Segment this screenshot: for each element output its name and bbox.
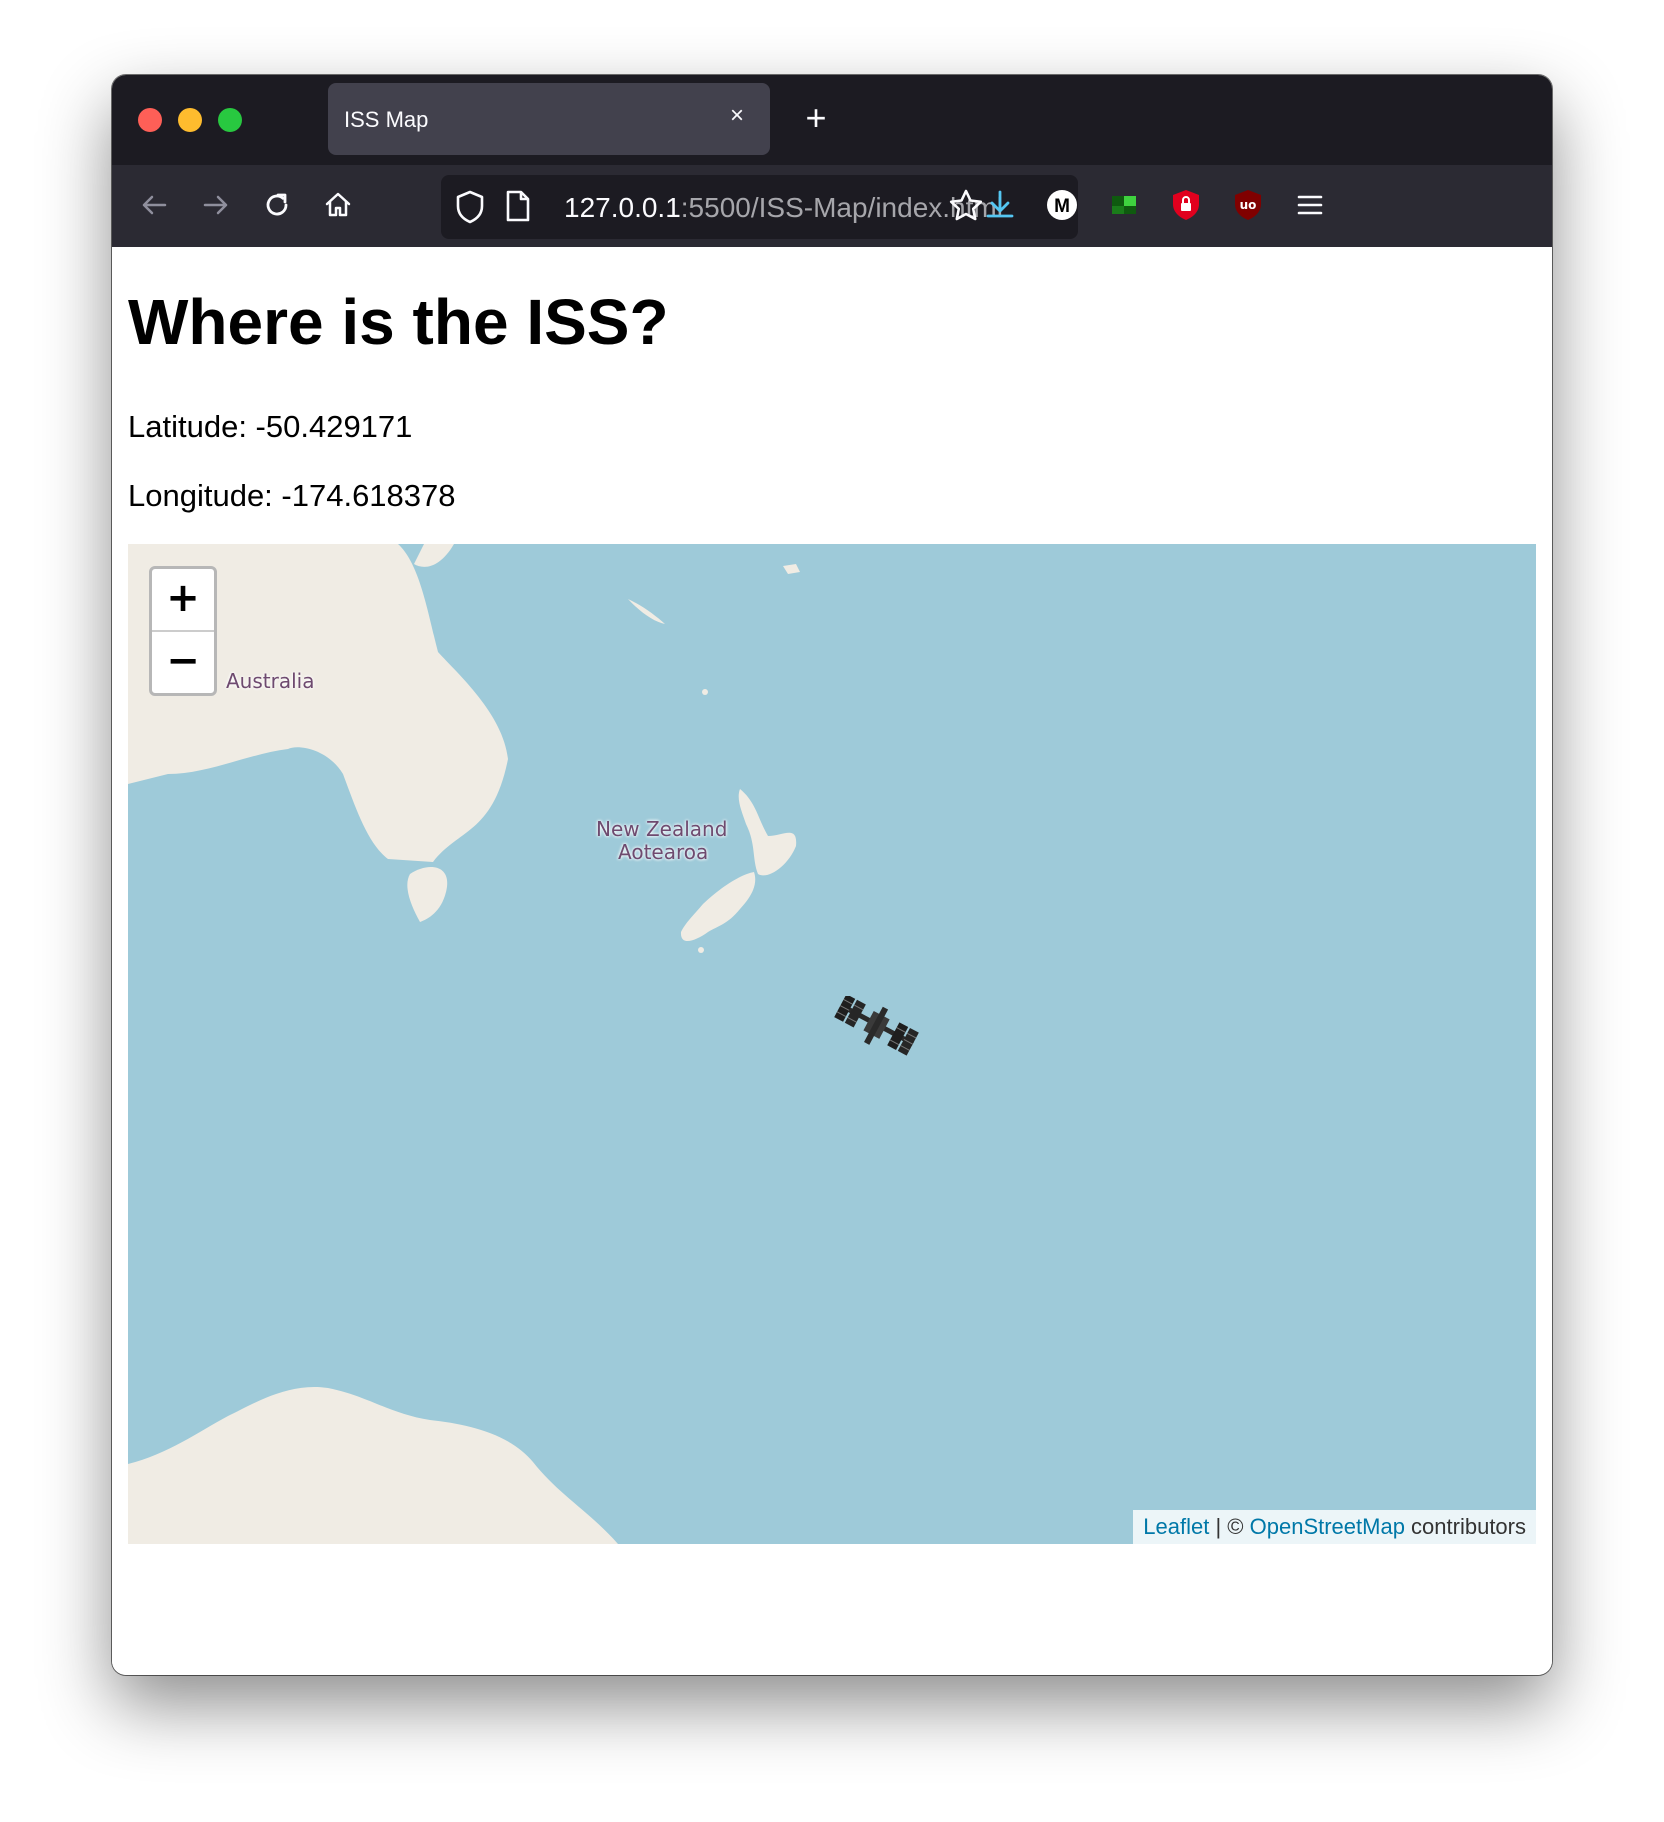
forward-icon[interactable] (192, 181, 240, 229)
reload-icon[interactable] (253, 181, 301, 229)
close-window-button[interactable] (138, 108, 162, 132)
close-tab-icon[interactable]: × (722, 101, 752, 131)
downloads-icon[interactable] (976, 181, 1024, 229)
page-content: Where is the ISS? Latitude: -50.429171 L… (112, 247, 1552, 1675)
ublock-origin-icon[interactable]: uo (1224, 181, 1272, 229)
tab-iss-map[interactable]: ISS Map × (328, 83, 770, 155)
url-host: 127.0.0.1 (564, 192, 681, 223)
zoom-out-button[interactable]: − (152, 632, 214, 693)
svg-text:uo: uo (1240, 198, 1257, 212)
attribution-separator: | © (1209, 1514, 1250, 1539)
minimize-window-button[interactable] (178, 108, 202, 132)
new-tab-button[interactable]: + (794, 97, 838, 141)
navigation-toolbar: 127.0.0.1:5500/ISS-Map/index.html M uo (112, 165, 1552, 247)
shield-icon[interactable] (453, 189, 487, 230)
extension-m-icon[interactable]: M (1038, 181, 1086, 229)
leaflet-link[interactable]: Leaflet (1143, 1514, 1209, 1539)
map-label-aotearoa: Aotearoa (618, 840, 709, 864)
zoom-control: + − (149, 566, 217, 696)
extension-green-icon[interactable] (1100, 181, 1148, 229)
map-label-australia: Australia (226, 669, 315, 693)
page-icon (504, 189, 532, 228)
tab-title: ISS Map (344, 107, 429, 132)
zoom-in-button[interactable]: + (152, 569, 214, 632)
map-label-new-zealand: New Zealand (596, 817, 728, 841)
latitude-text: Latitude: -50.429171 (128, 409, 413, 444)
hamburger-menu-icon[interactable] (1286, 181, 1334, 229)
back-icon[interactable] (130, 181, 178, 229)
svg-text:M: M (1054, 196, 1070, 217)
extension-lock-shield-icon[interactable] (1162, 181, 1210, 229)
iss-icon[interactable] (828, 994, 924, 1065)
url-text[interactable]: 127.0.0.1:5500/ISS-Map/index.html (564, 192, 1003, 224)
map-attribution: Leaflet | © OpenStreetMap contributors (1133, 1510, 1536, 1544)
title-bar: ISS Map × + (112, 75, 1552, 165)
page-title: Where is the ISS? (128, 286, 669, 358)
iss-map[interactable]: Australia New Zealand Aotearoa + − Leafl… (128, 544, 1536, 1544)
longitude-text: Longitude: -174.618378 (128, 478, 456, 513)
browser-window: ISS Map × + 127.0.0.1:5500/ISS-Map/index… (112, 75, 1552, 1675)
maximize-window-button[interactable] (218, 108, 242, 132)
openstreetmap-link[interactable]: OpenStreetMap (1250, 1514, 1405, 1539)
home-icon[interactable] (314, 181, 362, 229)
attribution-suffix: contributors (1404, 1514, 1526, 1539)
